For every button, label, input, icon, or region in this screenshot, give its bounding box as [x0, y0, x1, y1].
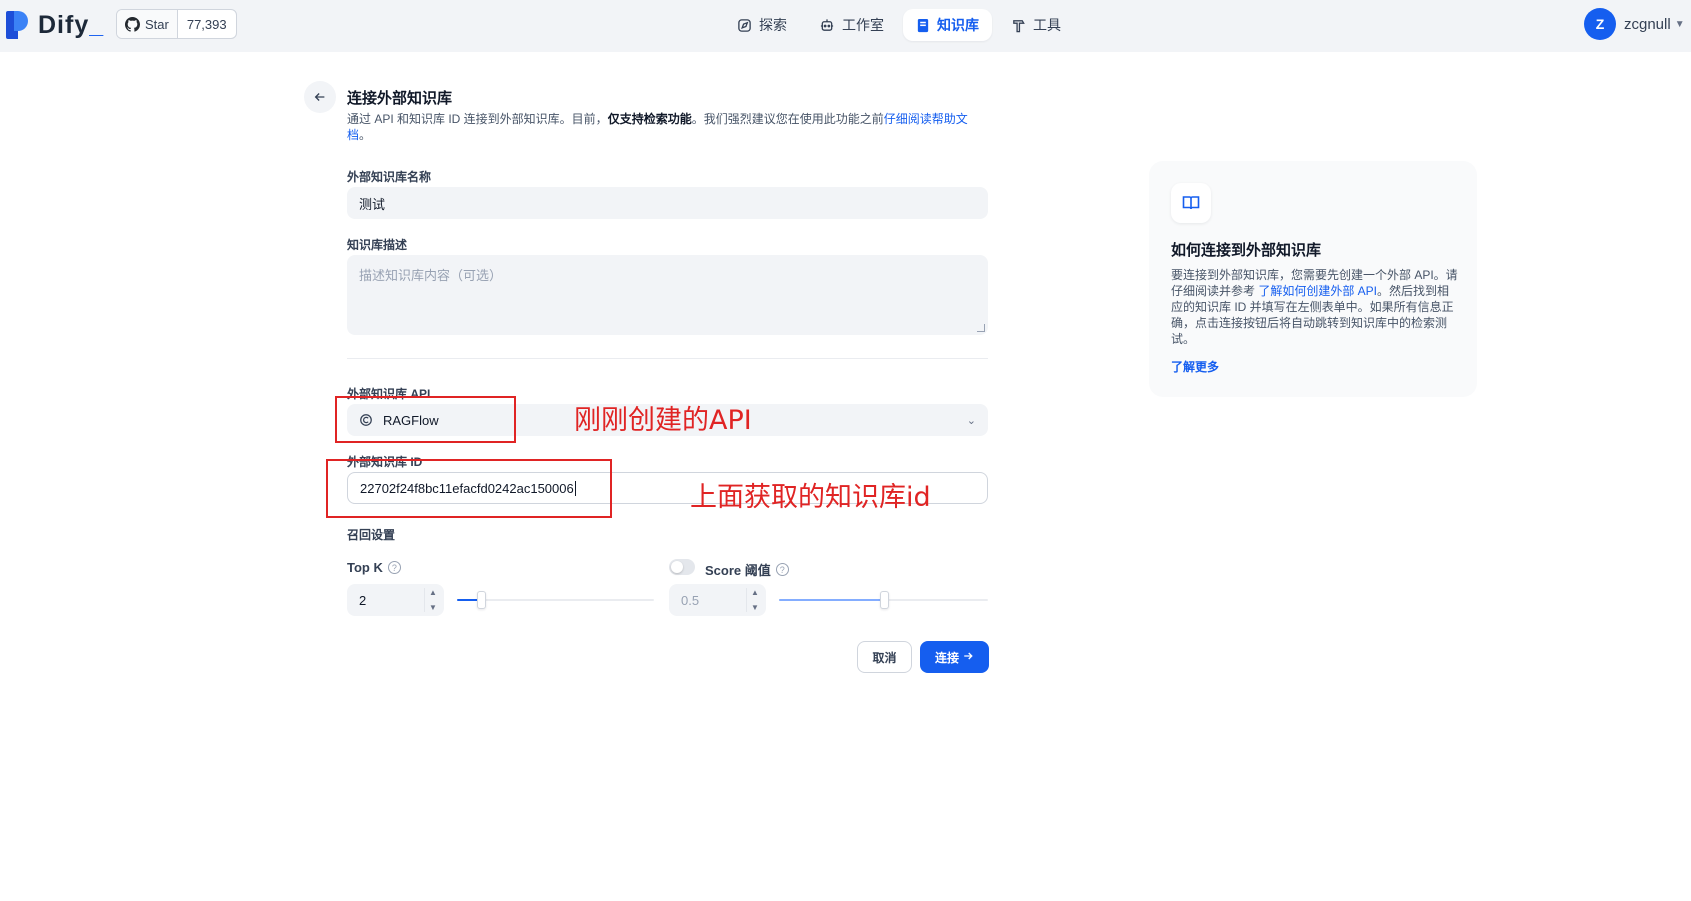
description-textarea[interactable]: 描述知识库内容（可选） — [347, 255, 988, 335]
name-label: 外部知识库名称 — [347, 170, 432, 184]
chevron-down-icon: ⌄ — [966, 414, 976, 427]
dify-logo[interactable]: Dify_ — [6, 10, 104, 40]
nav-studio-label: 工作室 — [842, 17, 884, 33]
page-title: 连接外部知识库 — [347, 90, 453, 107]
help-title: 如何连接到外部知识库 — [1171, 242, 1322, 259]
name-input[interactable]: 测试 — [347, 187, 988, 219]
page-description: 通过 API 和知识库 ID 连接到外部知识库。目前，仅支持检索功能。我们强烈建… — [347, 111, 987, 143]
star-label: Star — [145, 16, 169, 32]
slider-fill — [779, 599, 884, 601]
score-label: Score 阈值 ? — [705, 560, 789, 579]
topk-label-text: Top K — [347, 560, 383, 575]
arrow-right-icon — [962, 650, 974, 665]
help-card: 如何连接到外部知识库 要连接到外部知识库，您需要先创建一个外部 API。请仔细阅… — [1149, 161, 1477, 397]
score-value: 0.5 — [681, 592, 700, 608]
annotation-api-note: 刚刚创建的API — [574, 405, 752, 436]
slider-track — [457, 599, 654, 601]
desc-end: 。 — [359, 128, 372, 142]
nav-studio[interactable]: 工作室 — [806, 9, 897, 41]
user-name: zcgnull — [1624, 15, 1671, 33]
help-circle-icon[interactable]: ? — [387, 561, 401, 574]
topk-input[interactable]: 2 ▲ ▼ — [347, 584, 444, 616]
topk-slider[interactable] — [457, 591, 654, 609]
avatar: Z — [1584, 8, 1616, 40]
github-star-button[interactable]: Star — [117, 10, 178, 38]
top-navbar: Dify_ Star 77,393 探索 工作室 知识库 工具 Z zcgnul… — [0, 0, 1691, 52]
nav-explore[interactable]: 探索 — [724, 9, 800, 41]
help-body: 要连接到外部知识库，您需要先创建一个外部 API。请仔细阅读并参考 了解如何创建… — [1171, 267, 1461, 347]
user-menu[interactable]: Z zcgnull ▼ — [1584, 8, 1685, 40]
score-input[interactable]: 0.5 ▲ ▼ — [669, 584, 766, 616]
annotation-box-api — [335, 396, 516, 443]
nav-knowledge-label: 知识库 — [937, 17, 979, 33]
score-label-text: Score 阈值 — [705, 563, 771, 578]
nav-tools[interactable]: 工具 — [998, 9, 1074, 41]
nav-tools-label: 工具 — [1033, 17, 1061, 33]
slider-thumb[interactable] — [477, 591, 486, 609]
stepper-up-icon[interactable]: ▲ — [429, 588, 437, 597]
back-button[interactable] — [304, 81, 336, 113]
resize-handle[interactable] — [977, 324, 985, 332]
topk-stepper[interactable]: ▲ ▼ — [424, 588, 438, 612]
score-threshold-toggle[interactable] — [669, 559, 695, 575]
arrow-left-icon — [314, 93, 325, 101]
logo-text: Dify_ — [38, 10, 105, 39]
annotation-id-note: 上面获取的知识库id — [690, 482, 931, 513]
dify-logo-mark — [6, 11, 28, 39]
desc-text-2: 。我们强烈建议您在使用此功能之前 — [691, 112, 884, 126]
slider-thumb[interactable] — [880, 591, 889, 609]
star-count[interactable]: 77,393 — [178, 17, 236, 32]
help-circle-icon[interactable]: ? — [775, 563, 789, 576]
score-slider[interactable] — [779, 591, 988, 609]
description-placeholder: 描述知识库内容（可选） — [359, 268, 503, 283]
hammer-icon — [1011, 18, 1026, 33]
score-stepper[interactable]: ▲ ▼ — [746, 588, 760, 612]
topk-label: Top K ? — [347, 560, 401, 575]
compass-icon — [737, 18, 752, 33]
stepper-down-icon[interactable]: ▼ — [751, 603, 759, 612]
open-book-icon — [1171, 183, 1211, 223]
stepper-down-icon[interactable]: ▼ — [429, 603, 437, 612]
main-nav: 探索 工作室 知识库 工具 — [724, 9, 1080, 41]
learn-more-link[interactable]: 了解更多 — [1171, 358, 1219, 375]
desc-text: 通过 API 和知识库 ID 连接到外部知识库。目前， — [347, 112, 608, 126]
nav-explore-label: 探索 — [759, 17, 787, 33]
annotation-box-id — [326, 459, 612, 518]
book-icon — [916, 18, 930, 33]
stepper-up-icon[interactable]: ▲ — [751, 588, 759, 597]
desc-bold: 仅支持检索功能 — [607, 112, 692, 126]
github-star-widget[interactable]: Star 77,393 — [116, 9, 237, 39]
cancel-button[interactable]: 取消 — [857, 641, 912, 673]
create-api-link[interactable]: 了解如何创建外部 API — [1258, 284, 1377, 298]
description-label: 知识库描述 — [347, 238, 408, 252]
nav-knowledge[interactable]: 知识库 — [903, 9, 992, 41]
github-icon — [125, 16, 140, 32]
retrieval-settings-label: 召回设置 — [347, 528, 396, 542]
toggle-knob — [671, 561, 683, 573]
robot-icon — [819, 18, 835, 33]
connect-button[interactable]: 连接 — [920, 641, 989, 673]
connect-label: 连接 — [934, 650, 959, 665]
topk-value: 2 — [359, 592, 367, 608]
chevron-down-icon: ▼ — [1674, 18, 1685, 30]
divider — [347, 358, 988, 359]
